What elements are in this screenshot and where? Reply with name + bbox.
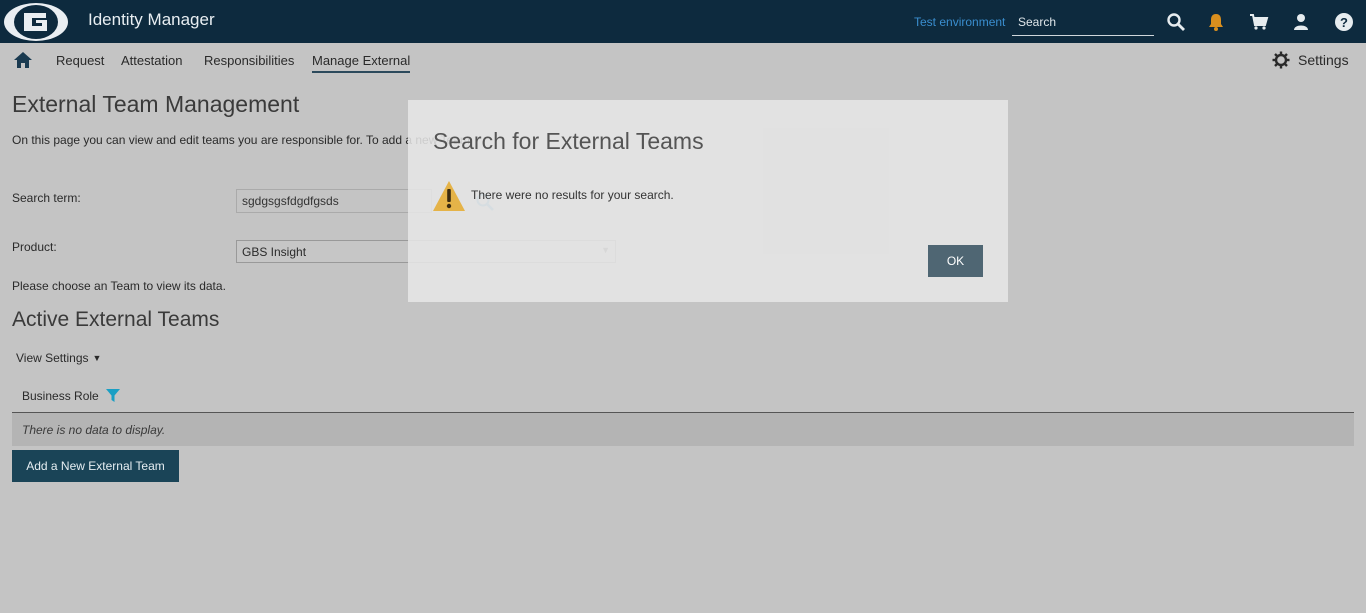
help-icon[interactable]: ? xyxy=(1334,12,1354,32)
search-term-label: Search term: xyxy=(12,191,81,205)
section-title: Active External Teams xyxy=(12,308,220,331)
global-search[interactable] xyxy=(1012,11,1154,36)
dialog-title: Search for External Teams xyxy=(433,128,704,154)
main-nav: Request Attestation Responsibilities Man… xyxy=(0,43,1366,77)
bell-icon[interactable] xyxy=(1206,12,1226,32)
search-results-dialog: Search for External Teams There were no … xyxy=(408,100,1008,302)
settings-label: Settings xyxy=(1298,52,1349,68)
view-settings-label: View Settings xyxy=(16,351,89,365)
choose-team-hint: Please choose an Team to view its data. xyxy=(12,279,226,293)
search-term-input[interactable]: sgdgsgsfdgdfgsds xyxy=(236,189,432,213)
dialog-message: There were no results for your search. xyxy=(471,188,674,202)
gear-icon xyxy=(1272,51,1290,69)
warning-icon xyxy=(433,181,465,211)
nav-item-responsibilities[interactable]: Responsibilities xyxy=(204,53,294,68)
home-icon[interactable] xyxy=(13,51,33,69)
product-select-value: GBS Insight xyxy=(242,245,307,259)
user-icon[interactable] xyxy=(1291,12,1311,32)
filter-icon[interactable] xyxy=(105,388,121,403)
cart-icon[interactable] xyxy=(1249,12,1269,32)
svg-text:?: ? xyxy=(1340,15,1348,30)
ok-button[interactable]: OK xyxy=(928,245,983,277)
nav-item-request[interactable]: Request xyxy=(56,53,104,68)
search-icon[interactable] xyxy=(1166,12,1186,32)
caret-down-icon: ▼ xyxy=(92,353,102,363)
nav-item-attestation[interactable]: Attestation xyxy=(121,53,182,68)
global-search-input[interactable] xyxy=(1012,11,1148,33)
table-empty-row: There is no data to display. xyxy=(12,413,1354,446)
column-header-label: Business Role xyxy=(22,388,99,403)
add-external-team-button[interactable]: Add a New External Team xyxy=(12,450,179,482)
environment-link[interactable]: Test environment xyxy=(914,15,1005,29)
nav-item-manage-external[interactable]: Manage External xyxy=(312,53,411,73)
company-logo[interactable] xyxy=(2,1,70,43)
page-description: On this page you can view and edit teams… xyxy=(12,133,470,147)
product-label: Product: xyxy=(12,240,57,254)
top-bar: Identity Manager Test environment ? xyxy=(0,0,1366,43)
settings-button[interactable]: Settings xyxy=(1272,51,1349,69)
app-title: Identity Manager xyxy=(88,10,215,29)
view-settings-dropdown[interactable]: View Settings ▼ xyxy=(16,351,101,365)
column-header-business-role[interactable]: Business Role xyxy=(22,388,121,403)
page-title: External Team Management xyxy=(12,91,300,117)
